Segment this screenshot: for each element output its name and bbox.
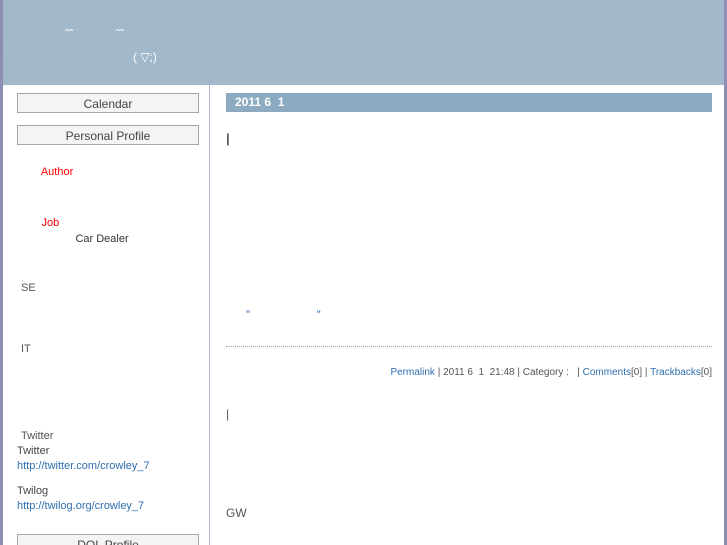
- blog-entry-2: | GW: [210, 406, 724, 522]
- twitter-link[interactable]: http://twitter.com/crowley_7: [17, 459, 209, 474]
- footer-sep-1: |: [434, 367, 444, 378]
- body-columns: Calendar Personal Profile Author Job Car…: [3, 85, 724, 545]
- profile-field-job-key: Job: [41, 217, 60, 229]
- comments-link[interactable]: Comments: [583, 367, 631, 378]
- profile-field-job-value: Car Dealer: [75, 233, 129, 245]
- sidebar-item-calendar[interactable]: Calendar: [17, 93, 199, 113]
- twilog-link[interactable]: http://twilog.org/crowley_7: [17, 499, 209, 514]
- bio-line-it: IT: [21, 343, 31, 355]
- site-header: – – ( ▽;): [3, 0, 724, 85]
- twitter-section-heading: Twitter: [21, 430, 54, 442]
- page-container: – – ( ▽;) Calendar Personal Profile Auth…: [0, 0, 727, 545]
- main-content: 2011 6 1 | ” ” Permalink | 2011 6 1 21:4…: [210, 85, 724, 545]
- site-title: – –: [65, 21, 126, 38]
- sidebar: Calendar Personal Profile Author Job Car…: [3, 85, 209, 545]
- twilog-label: Twilog: [17, 485, 49, 497]
- site-subtitle: ( ▽;): [133, 50, 157, 64]
- permalink-link[interactable]: Permalink: [390, 367, 434, 378]
- entry-title-2[interactable]: |: [226, 406, 724, 423]
- entry-quote-link[interactable]: ” ”: [246, 307, 724, 324]
- footer-sep-2: |: [514, 367, 523, 378]
- entry-body: [226, 157, 724, 307]
- trackbacks-link[interactable]: Trackbacks: [650, 367, 701, 378]
- category-label: Category :: [522, 367, 569, 378]
- twitter-label: Twitter: [17, 445, 50, 457]
- sidebar-item-dol-profile[interactable]: DOL Profile: [17, 534, 199, 545]
- footer-sep-4: |: [642, 367, 651, 378]
- profile-field-job: Job Car Dealer: [17, 199, 209, 263]
- footer-sep-3: |: [574, 367, 583, 378]
- entry-title[interactable]: |: [226, 130, 724, 147]
- profile-field-author-key: Author: [40, 166, 74, 178]
- trackbacks-count: [0]: [700, 367, 712, 378]
- entry-body-2-gw: GW: [226, 506, 247, 520]
- entry-datetime: 2011 6 1 21:48: [443, 367, 515, 378]
- sidebar-item-personal-profile[interactable]: Personal Profile: [17, 125, 199, 145]
- blog-entry: | ” ” Permalink | 2011 6 1 21:48 | Categ…: [210, 130, 724, 394]
- entry-date-bar: 2011 6 1: [226, 93, 712, 112]
- profile-field-author: Author: [17, 148, 209, 196]
- comments-count: [0]: [631, 367, 643, 378]
- entry-footer: Permalink | 2011 6 1 21:48 | Category : …: [226, 346, 712, 394]
- bio-line-se: SE: [21, 282, 36, 294]
